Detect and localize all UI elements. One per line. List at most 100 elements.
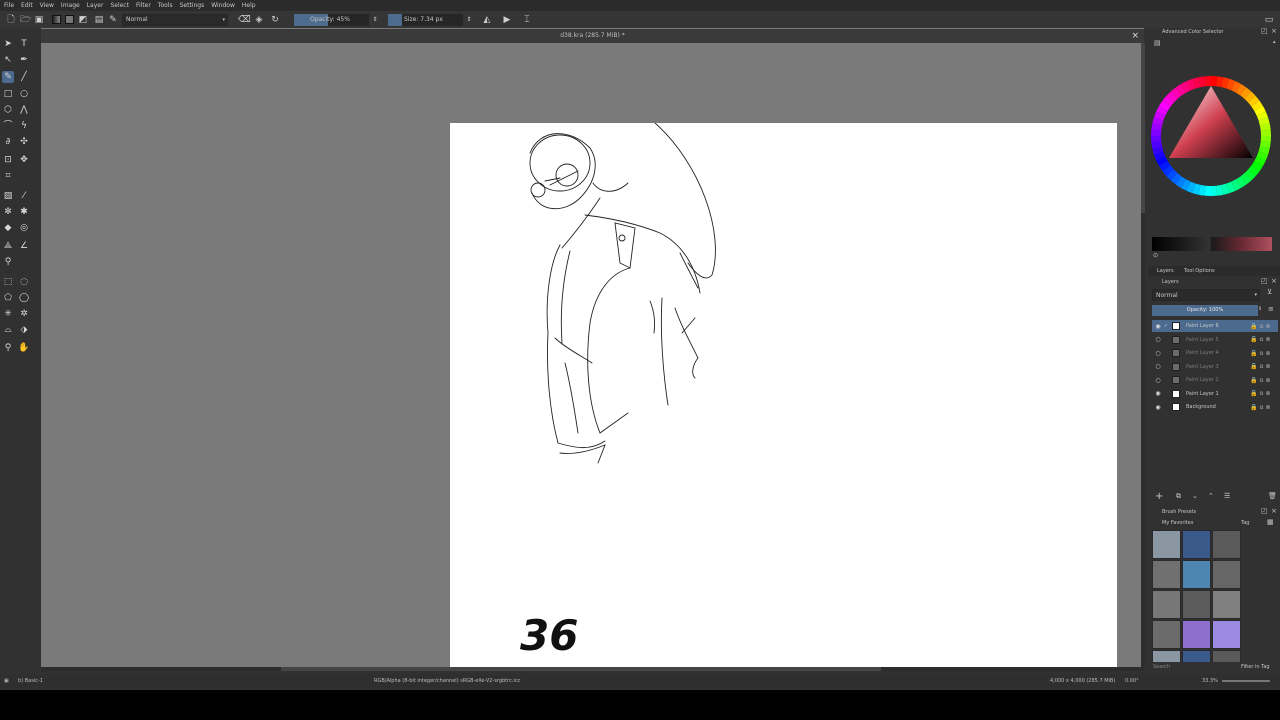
menu-settings[interactable]: Settings: [180, 2, 205, 9]
brush-preset-thumbnail[interactable]: [1152, 650, 1181, 662]
crop-tool-icon[interactable]: ⌗: [2, 170, 14, 182]
multibrush-tool-icon[interactable]: ✣: [18, 136, 30, 148]
eye-hidden-icon[interactable]: ○: [1154, 336, 1162, 343]
brush-preset-thumbnail[interactable]: [1152, 590, 1181, 619]
menu-view[interactable]: View: [40, 2, 54, 9]
similar-color-selection-tool-icon[interactable]: ✲: [18, 308, 30, 320]
layer-opacity-spin-icon[interactable]: ⇕: [1258, 306, 1262, 312]
brush-editor-icon[interactable]: ▤: [94, 15, 104, 25]
horizontal-scroll-thumb[interactable]: [281, 667, 881, 671]
contiguous-selection-tool-icon[interactable]: ✳: [2, 308, 14, 320]
alpha-icon[interactable]: α: [1259, 323, 1263, 330]
menu-layer[interactable]: Layer: [87, 2, 104, 9]
color-history-bar[interactable]: [1152, 237, 1272, 251]
eraser-icon[interactable]: ⌫: [238, 15, 251, 25]
dynamic-brush-tool-icon[interactable]: ∂: [2, 136, 14, 148]
hue-ring-segment[interactable]: [1260, 136, 1271, 143]
brush-preset-thumbnail[interactable]: [1182, 590, 1211, 619]
horizontal-scrollbar[interactable]: [41, 667, 1144, 671]
hue-ring-segment[interactable]: [1204, 76, 1211, 87]
brush-search-input[interactable]: Search: [1153, 664, 1170, 670]
brush-preset-thumbnail[interactable]: [1152, 560, 1181, 589]
brush-preset-thumbnail[interactable]: [1182, 620, 1211, 649]
layer-row[interactable]: ○ Paint Layer 4 🔒 α ⊗: [1152, 347, 1278, 359]
move-layer-up-icon[interactable]: ⌃: [1208, 492, 1214, 500]
polygonal-selection-tool-icon[interactable]: ⬠: [2, 292, 14, 304]
alpha-icon[interactable]: α: [1259, 390, 1263, 397]
brush-preset-icon[interactable]: ✎: [108, 15, 118, 25]
menu-edit[interactable]: Edit: [21, 2, 33, 9]
rectangle-tool-icon[interactable]: □: [2, 88, 14, 100]
hue-ring-segment[interactable]: [1151, 129, 1162, 136]
brush-tag-label[interactable]: Tag: [1241, 520, 1249, 526]
hue-ring-segment[interactable]: [1211, 185, 1218, 196]
freehand-path-tool-icon[interactable]: ϟ: [18, 120, 30, 132]
size-slider[interactable]: Size: 7.34 px: [388, 13, 463, 26]
color-selector-scroll-icon[interactable]: ▴: [1273, 39, 1276, 45]
filter-in-tag-checkbox[interactable]: Filter in Tag: [1241, 664, 1270, 670]
menu-filter[interactable]: Filter: [136, 2, 151, 9]
menu-help[interactable]: Help: [242, 2, 256, 9]
zoom-slider[interactable]: [1222, 680, 1270, 682]
tab-tool-options[interactable]: Tool Options: [1184, 268, 1215, 274]
color-picker-tool-icon[interactable]: ⁄: [18, 190, 30, 202]
foreground-background-color-icon[interactable]: ◩: [78, 15, 88, 25]
lock-icon[interactable]: 🔒: [1250, 323, 1257, 330]
menu-select[interactable]: Select: [110, 2, 129, 9]
alpha-icon[interactable]: α: [1259, 336, 1263, 343]
inherit-alpha-icon[interactable]: ⊗: [1265, 336, 1270, 343]
layer-properties-icon[interactable]: ☰: [1224, 492, 1230, 500]
blend-mode-select[interactable]: Normal ▾: [122, 13, 228, 26]
assistant-tool-icon[interactable]: ⟁: [2, 240, 14, 252]
gradient-swatch[interactable]: [52, 15, 61, 24]
gradient-tool-icon[interactable]: ▧: [2, 190, 14, 202]
fill-tool-icon[interactable]: ◆: [2, 222, 14, 234]
zoom-tool-icon[interactable]: ⚲: [2, 342, 14, 354]
opacity-slider[interactable]: Opacity: 45%: [294, 13, 369, 26]
delete-layer-icon[interactable]: 🗑: [1268, 492, 1277, 500]
saturation-value-triangle[interactable]: [1169, 86, 1253, 158]
inherit-alpha-icon[interactable]: ⊗: [1265, 323, 1270, 330]
tab-layers[interactable]: Layers: [1157, 268, 1174, 274]
colorize-mask-tool-icon[interactable]: ✻: [2, 206, 14, 218]
polygon-tool-icon[interactable]: ⬡: [2, 104, 14, 116]
rectangular-selection-tool-icon[interactable]: ⬚: [2, 276, 14, 288]
lock-icon[interactable]: 🔒: [1250, 390, 1257, 397]
eye-icon[interactable]: ◉: [1154, 323, 1162, 330]
brush-tag-select[interactable]: My Favorites: [1162, 520, 1193, 526]
brush-preset-thumbnail[interactable]: [1212, 590, 1241, 619]
reload-preset-icon[interactable]: ↻: [270, 15, 280, 25]
close-icon[interactable]: ×: [1131, 29, 1139, 43]
preserve-alpha-icon[interactable]: ◈: [254, 15, 264, 25]
magnetic-selection-tool-icon[interactable]: ⬗: [18, 324, 30, 336]
alpha-icon[interactable]: α: [1259, 404, 1263, 411]
layer-row[interactable]: ◉ Background 🔒 α ⊗: [1152, 401, 1278, 413]
add-layer-icon[interactable]: +: [1155, 491, 1163, 502]
lock-icon[interactable]: 🔒: [1250, 404, 1257, 411]
brush-preset-thumbnail[interactable]: [1212, 560, 1241, 589]
layer-row[interactable]: ○ Paint Layer 5 🔒 α ⊗: [1152, 334, 1278, 346]
color-history-icon[interactable]: ⊙: [1153, 252, 1158, 259]
layers-float-icon[interactable]: ◰: [1261, 277, 1268, 285]
brush-preset-thumbnail[interactable]: [1212, 650, 1241, 662]
move-tool-icon[interactable]: ✥: [18, 154, 30, 166]
alpha-icon[interactable]: α: [1259, 377, 1263, 384]
eye-icon[interactable]: ◉: [1154, 390, 1162, 397]
measure-tool-icon[interactable]: ∠: [18, 240, 30, 252]
new-document-icon[interactable]: 🗋: [6, 15, 16, 25]
inherit-alpha-icon[interactable]: ⊗: [1265, 404, 1270, 411]
eye-hidden-icon[interactable]: ○: [1154, 350, 1162, 357]
inherit-alpha-icon[interactable]: ⊗: [1265, 350, 1270, 357]
brush-preset-thumbnail[interactable]: [1152, 530, 1181, 559]
alpha-icon[interactable]: α: [1259, 350, 1263, 357]
layer-row[interactable]: ◉ Paint Layer 1 🔒 α ⊗: [1152, 388, 1278, 400]
calligraphy-tool-icon[interactable]: ✒: [18, 54, 30, 66]
ellipse-tool-icon[interactable]: ○: [18, 88, 30, 100]
bezier-curve-tool-icon[interactable]: ⌒: [2, 120, 14, 132]
edit-shapes-tool-icon[interactable]: ↖: [2, 54, 14, 66]
bezier-selection-tool-icon[interactable]: ⌓: [2, 324, 14, 336]
layer-check-icon[interactable]: ✓: [1162, 323, 1170, 329]
enclose-fill-tool-icon[interactable]: ◎: [18, 222, 30, 234]
brush-preset-thumbnail[interactable]: [1212, 530, 1241, 559]
brush-preset-thumbnail[interactable]: [1182, 530, 1211, 559]
